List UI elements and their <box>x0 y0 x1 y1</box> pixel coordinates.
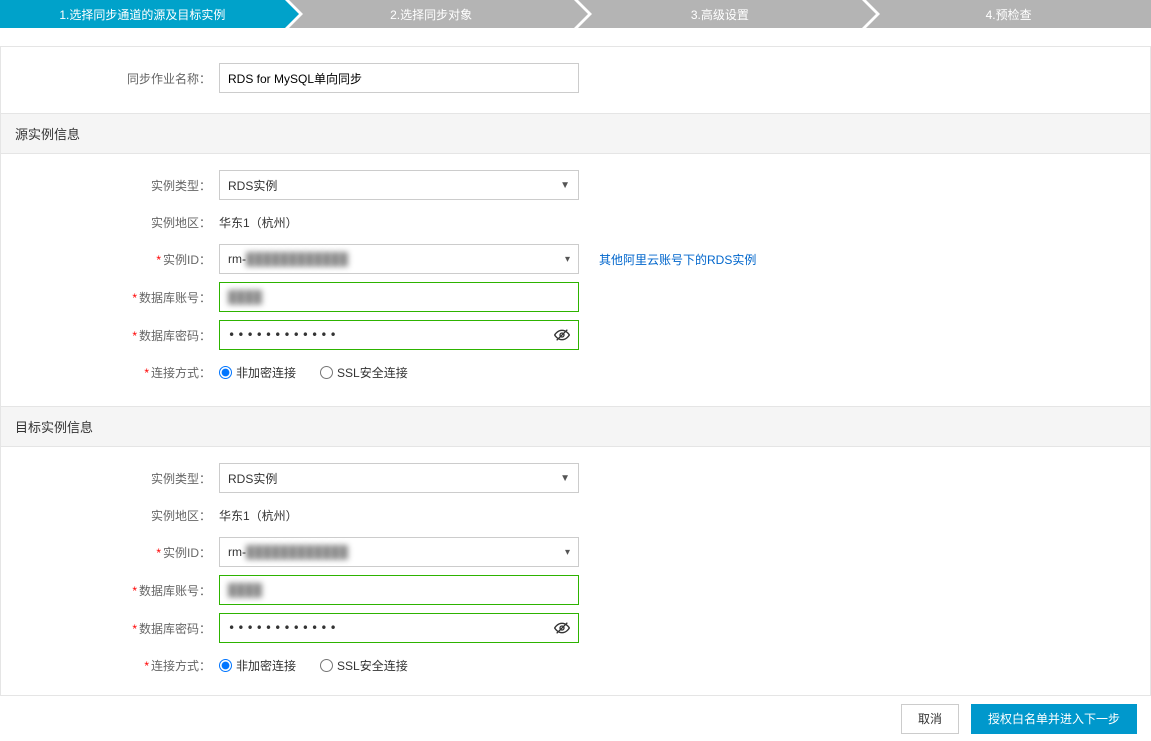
target-region-label: 实例地区： <box>1 507 219 524</box>
step-2-label: 2.选择同步对象 <box>390 6 472 23</box>
source-id-label: *实例ID： <box>1 251 219 268</box>
source-conn-radio-ssl[interactable]: SSL安全连接 <box>320 364 408 381</box>
source-password-input[interactable]: •••••••••••• <box>219 320 579 350</box>
target-password-input[interactable]: •••••••••••• <box>219 613 579 643</box>
target-type-label: 实例类型： <box>1 470 219 487</box>
step-2[interactable]: 2.选择同步对象 <box>289 0 574 28</box>
source-id-value: rm-████████████ <box>228 252 348 266</box>
source-type-label: 实例类型： <box>1 177 219 194</box>
target-type-value: RDS实例 <box>228 470 277 487</box>
job-name-field[interactable] <box>228 64 570 92</box>
source-conn-radio-plain[interactable]: 非加密连接 <box>219 364 296 381</box>
step-4[interactable]: 4.预检查 <box>866 0 1151 28</box>
source-section-header: 源实例信息 <box>1 113 1150 154</box>
source-region-value: 华东1（杭州） <box>219 214 298 231</box>
form-container: 同步作业名称： 源实例信息 实例类型： RDS实例 ▼ 实例地区： 华东1（杭州… <box>0 46 1151 696</box>
footer-bar: 取消 授权白名单并进入下一步 <box>0 695 1151 741</box>
job-name-row: 同步作业名称： <box>1 59 1150 97</box>
step-3[interactable]: 3.高级设置 <box>578 0 863 28</box>
other-account-link[interactable]: 其他阿里云账号下的RDS实例 <box>599 251 756 268</box>
target-password-label: *数据库密码： <box>1 620 219 637</box>
target-conn-radio-group: 非加密连接 SSL安全连接 <box>219 657 1150 674</box>
step-indicator: 1.选择同步通道的源及目标实例 2.选择同步对象 3.高级设置 4.预检查 <box>0 0 1151 28</box>
source-account-label: *数据库账号： <box>1 289 219 306</box>
eye-icon[interactable] <box>554 620 570 636</box>
chevron-down-icon: ▼ <box>560 473 570 484</box>
source-conn-radio-group: 非加密连接 SSL安全连接 <box>219 364 1150 381</box>
target-password-value: •••••••••••• <box>228 621 339 635</box>
chevron-down-icon: ▼ <box>560 180 570 191</box>
target-conn-radio-ssl[interactable]: SSL安全连接 <box>320 657 408 674</box>
source-password-label: *数据库密码： <box>1 327 219 344</box>
step-4-label: 4.预检查 <box>986 6 1032 23</box>
step-3-label: 3.高级设置 <box>691 6 749 23</box>
step-1[interactable]: 1.选择同步通道的源及目标实例 <box>0 0 285 28</box>
source-id-combo[interactable]: rm-████████████ ▾ <box>219 244 579 274</box>
source-type-select[interactable]: RDS实例 ▼ <box>219 170 579 200</box>
source-region-label: 实例地区： <box>1 214 219 231</box>
target-section-body: 实例类型： RDS实例 ▼ 实例地区： 华东1（杭州） *实例ID： rm-██… <box>1 447 1150 687</box>
target-type-select[interactable]: RDS实例 ▼ <box>219 463 579 493</box>
target-conn-label: *连接方式： <box>1 657 219 674</box>
eye-icon[interactable] <box>554 327 570 343</box>
target-region-value: 华东1（杭州） <box>219 507 298 524</box>
job-name-input[interactable] <box>219 63 579 93</box>
target-section-header: 目标实例信息 <box>1 406 1150 447</box>
target-account-input[interactable]: ████ <box>219 575 579 605</box>
source-section-body: 实例类型： RDS实例 ▼ 实例地区： 华东1（杭州） *实例ID： rm-██… <box>1 154 1150 394</box>
source-account-input[interactable]: ████ <box>219 282 579 312</box>
chevron-down-icon: ▾ <box>565 254 570 265</box>
source-password-value: •••••••••••• <box>228 328 339 342</box>
target-account-label: *数据库账号： <box>1 582 219 599</box>
source-account-value: ████ <box>228 290 262 304</box>
target-account-value: ████ <box>228 583 262 597</box>
next-button[interactable]: 授权白名单并进入下一步 <box>971 704 1137 734</box>
target-id-value: rm-████████████ <box>228 545 348 559</box>
source-type-value: RDS实例 <box>228 177 277 194</box>
target-id-label: *实例ID： <box>1 544 219 561</box>
job-name-label: 同步作业名称： <box>1 70 219 87</box>
cancel-button[interactable]: 取消 <box>901 704 959 734</box>
target-conn-radio-plain[interactable]: 非加密连接 <box>219 657 296 674</box>
chevron-down-icon: ▾ <box>565 547 570 558</box>
step-1-label: 1.选择同步通道的源及目标实例 <box>59 6 225 23</box>
target-id-combo[interactable]: rm-████████████ ▾ <box>219 537 579 567</box>
source-conn-label: *连接方式： <box>1 364 219 381</box>
